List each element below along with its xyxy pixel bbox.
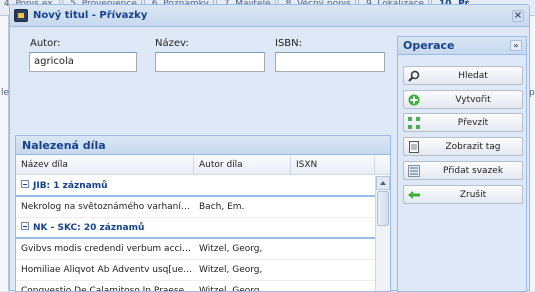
cancel-arrow-icon: [408, 191, 420, 199]
window-icon: [14, 9, 28, 22]
search-icon: [408, 70, 420, 82]
cell-author: Witzel, Georg,: [199, 244, 263, 254]
found-works-panel: Nalezená díla Název díla Autor díla ISXN…: [15, 135, 391, 292]
table-row[interactable]: Gvibvs modis credendi verbum accipiat...…: [16, 239, 375, 260]
show-tag-button-label: Zobrazit tag: [445, 142, 501, 152]
close-button[interactable]: ×: [512, 10, 524, 22]
transfer-icon: [408, 117, 420, 129]
results-list: JIB: 1 záznamů Nekrolog na světoznámého …: [16, 176, 375, 291]
cell-title: Gvibvs modis credendi verbum accipiat...: [21, 244, 194, 254]
column-isxn[interactable]: ISXN: [291, 155, 375, 175]
column-work-title[interactable]: Název díla: [16, 155, 194, 175]
search-button-label: Hledat: [458, 71, 488, 81]
operations-title: Operace: [403, 39, 455, 52]
cell-title: Nekrolog na světoznámého varhaníka, ...: [21, 202, 194, 212]
create-button-label: Vytvořit: [455, 95, 491, 105]
search-button[interactable]: Hledat: [403, 66, 523, 85]
search-form: Autor: agricola Název: ISBN:: [15, 36, 391, 136]
transfer-button[interactable]: Převzít: [403, 113, 523, 132]
cell-isxn: [291, 281, 375, 291]
author-input[interactable]: agricola: [29, 52, 137, 72]
create-button[interactable]: Vytvořit: [403, 90, 523, 109]
operations-panel: Operace » Hledat Vytvořit Převzít Zobraz…: [397, 36, 527, 292]
dialog-titlebar[interactable]: Nový titul - Přívazky ×: [10, 5, 529, 27]
cell-isxn: [291, 260, 375, 281]
table-row[interactable]: Nekrolog na světoznámého varhaníka, ... …: [16, 197, 375, 218]
title-input[interactable]: [155, 52, 265, 72]
isbn-label: ISBN:: [275, 38, 303, 49]
group-jib[interactable]: JIB: 1 záznamů: [16, 176, 375, 197]
operations-header: Operace »: [398, 37, 526, 55]
left-edge-text: le: [1, 88, 10, 98]
collapse-icon[interactable]: [21, 222, 29, 230]
document-icon: [409, 141, 419, 153]
volume-icon: [408, 165, 420, 177]
scroll-up-icon[interactable]: [376, 176, 390, 190]
cell-isxn: [291, 239, 375, 260]
grid-column-header: Název díla Autor díla ISXN: [16, 155, 390, 175]
scroll-thumb[interactable]: [377, 191, 389, 226]
background-right-edge: p: [529, 16, 535, 291]
cell-isxn: [291, 197, 375, 218]
group-nk-skc[interactable]: NK - SKC: 20 záznamů: [16, 218, 375, 239]
show-tag-button[interactable]: Zobrazit tag: [403, 137, 523, 156]
cancel-button[interactable]: Zrušit: [403, 185, 523, 204]
title-label: Název:: [155, 38, 189, 49]
cell-author: Bach, Em.: [199, 202, 245, 212]
add-icon: [408, 94, 420, 106]
cell-author: Witzel, Georg,: [199, 265, 263, 275]
found-works-header: Nalezená díla: [16, 136, 390, 155]
table-row[interactable]: Conqvestio De Calamitoso In Praesens ...…: [16, 281, 375, 291]
cell-title: Homiliae Aliqvot Ab Adventv usq[ue] in .…: [21, 265, 194, 275]
group-label: JIB: 1 záznamů: [33, 181, 108, 191]
transfer-button-label: Převzít: [457, 118, 489, 128]
group-label: NK - SKC: 20 záznamů: [33, 223, 145, 233]
add-volume-button-label: Přidat svazek: [442, 166, 504, 176]
isbn-input[interactable]: [275, 52, 385, 72]
column-work-author[interactable]: Autor díla: [194, 155, 291, 175]
collapse-panel-icon[interactable]: »: [510, 40, 522, 51]
background-left-edge: le: [0, 16, 9, 291]
table-row[interactable]: Homiliae Aliqvot Ab Adventv usq[ue] in .…: [16, 260, 375, 281]
cancel-button-label: Zrušit: [459, 190, 487, 200]
author-label: Autor:: [30, 38, 61, 49]
cell-author: Witzel, Georg,: [199, 286, 263, 291]
add-volume-button[interactable]: Přidat svazek: [403, 161, 523, 180]
collapse-icon[interactable]: [21, 180, 29, 188]
cell-title: Conqvestio De Calamitoso In Praesens ...: [21, 286, 194, 291]
new-title-dialog: Nový titul - Přívazky × Autor: agricola …: [9, 4, 530, 292]
results-scrollbar[interactable]: [375, 176, 390, 291]
dialog-title: Nový titul - Přívazky: [33, 10, 148, 21]
